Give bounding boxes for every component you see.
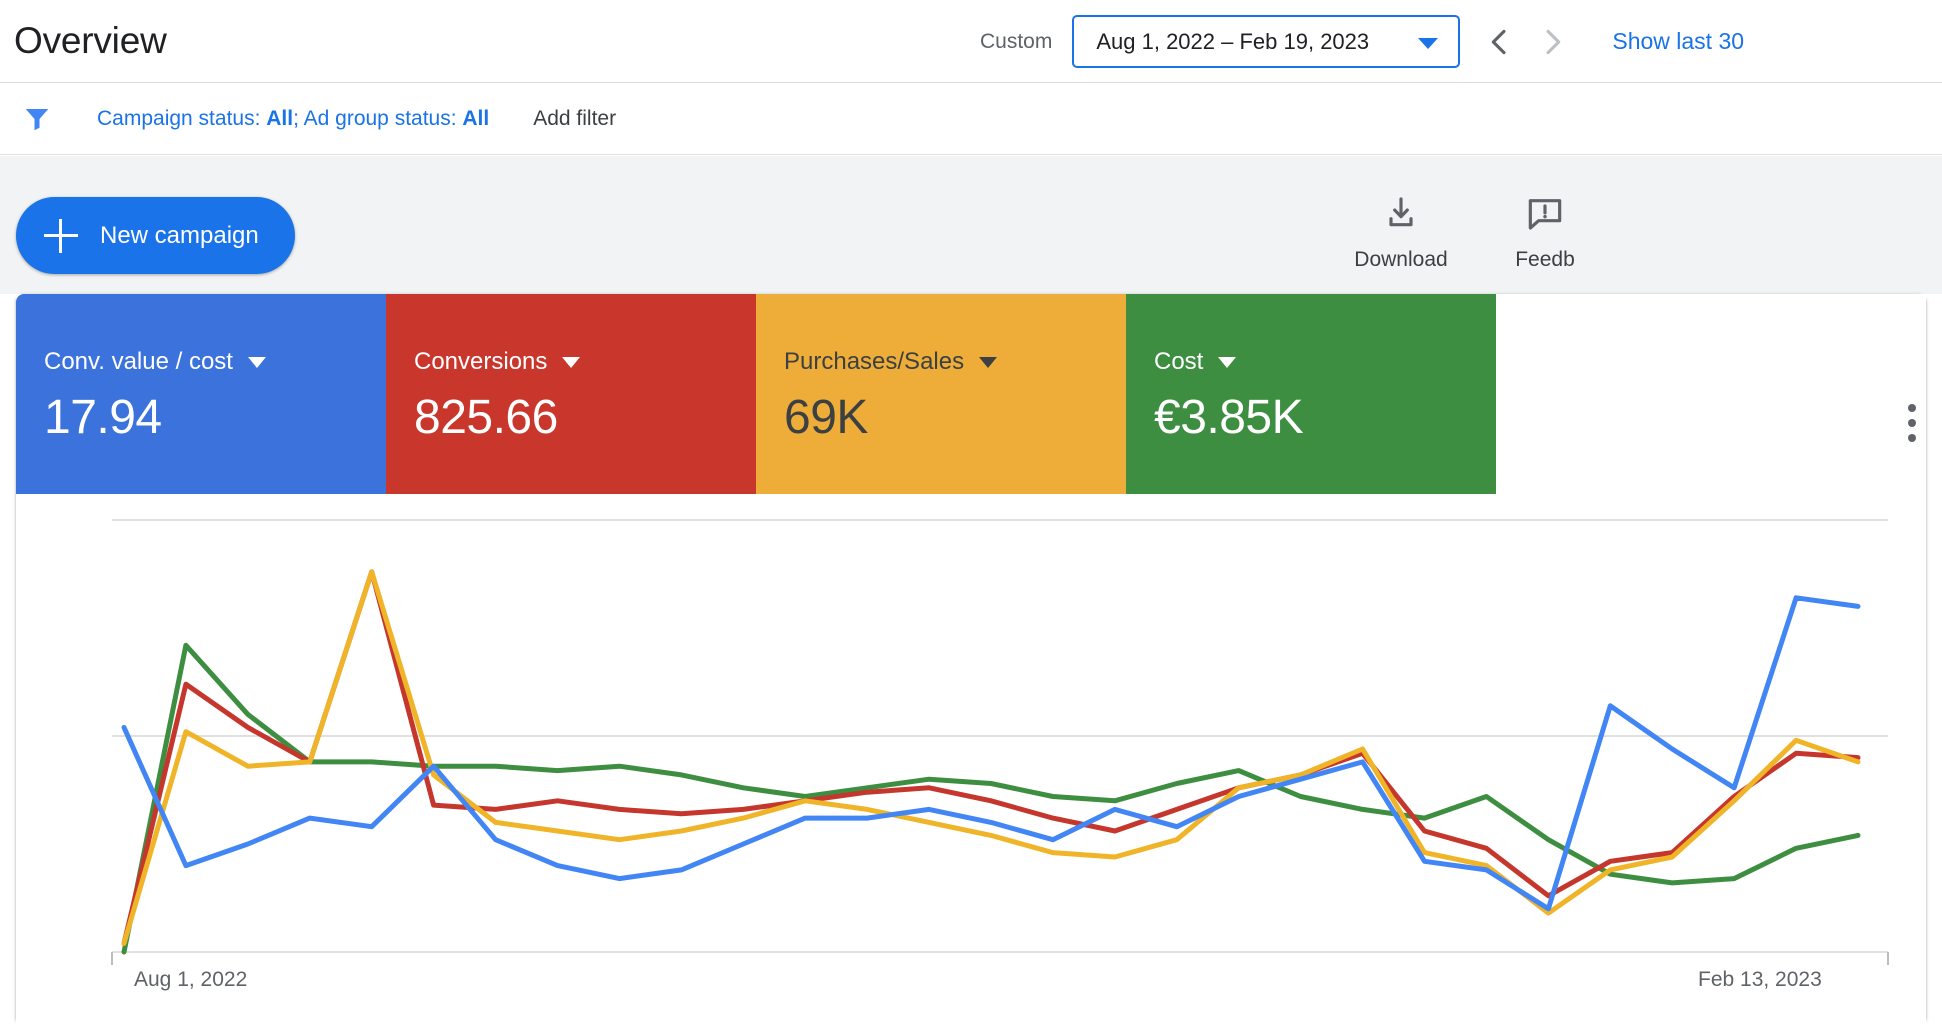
adgroup-status-value: All (462, 106, 490, 130)
show-last-30-link[interactable]: Show last 30 (1612, 28, 1744, 55)
performance-line-chart[interactable] (16, 494, 1926, 1024)
filter-separator: ; (293, 106, 304, 130)
filter-bar: Campaign status: All; Ad group status: A… (0, 83, 1942, 155)
chevron-down-icon (562, 356, 581, 368)
campaign-status-prefix: Campaign status: (97, 106, 267, 130)
metric-card-label[interactable]: Conv. value / cost (44, 348, 386, 376)
download-label: Download (1354, 248, 1448, 271)
date-range-controls: Custom Aug 1, 2022 – Feb 19, 2023 Show l… (980, 0, 1744, 83)
add-filter-button[interactable]: Add filter (533, 107, 616, 131)
metric-card-label[interactable]: Cost (1154, 348, 1496, 376)
chart-axis-start-label: Aug 1, 2022 (134, 968, 248, 991)
date-range-selector[interactable]: Aug 1, 2022 – Feb 19, 2023 (1072, 15, 1461, 68)
metric-card-label[interactable]: Purchases/Sales (784, 348, 1126, 376)
new-campaign-label: New campaign (100, 221, 259, 249)
metric-label-text: Conversions (414, 348, 548, 375)
chart-series-line (121, 595, 1861, 912)
metric-label-text: Conv. value / cost (44, 348, 233, 375)
adgroup-status-prefix: Ad group status: (303, 106, 463, 130)
metric-cards-row: Conv. value / cost 17.94 Conversions 825… (16, 294, 1497, 494)
metric-card-label[interactable]: Conversions (414, 348, 756, 376)
metric-card-value: 17.94 (44, 391, 162, 444)
chevron-down-icon (1418, 37, 1439, 49)
page-title: Overview (14, 20, 167, 61)
chevron-left-icon (1492, 29, 1506, 54)
kebab-menu-icon[interactable] (1892, 404, 1932, 442)
metric-card-cost[interactable]: Cost €3.85K (1126, 294, 1496, 494)
download-button[interactable]: Download (1326, 194, 1476, 272)
metric-label-text: Cost (1154, 348, 1204, 375)
date-preset-label: Custom (980, 29, 1053, 53)
new-campaign-button[interactable]: New campaign (16, 197, 295, 274)
metric-card-value: 825.66 (414, 391, 558, 444)
metric-card-purchases-sales[interactable]: Purchases/Sales 69K (756, 294, 1126, 494)
chart-axis-end-label: Feb 13, 2023 (1698, 968, 1822, 991)
metric-card-conversions[interactable]: Conversions 825.66 (386, 294, 756, 494)
filter-funnel-icon[interactable] (22, 104, 52, 134)
feedback-icon (1528, 199, 1562, 230)
performance-chart-panel (16, 494, 1926, 1024)
chart-series-line (121, 569, 1861, 946)
feedback-button[interactable]: Feedb (1470, 194, 1620, 272)
top-header-bar: Overview Custom Aug 1, 2022 – Feb 19, 20… (0, 0, 1942, 83)
chevron-down-icon (979, 356, 998, 368)
metric-card-value: €3.85K (1154, 391, 1304, 444)
chevron-down-icon (247, 356, 266, 368)
metric-card-value: 69K (784, 391, 868, 444)
download-icon (1389, 197, 1413, 227)
active-filter-chip[interactable]: Campaign status: All; Ad group status: A… (97, 107, 489, 131)
metric-label-text: Purchases/Sales (784, 348, 965, 375)
chevron-down-icon (1218, 356, 1237, 368)
chevron-right-icon (1546, 29, 1561, 54)
next-period-button[interactable] (1530, 19, 1576, 65)
campaign-status-value: All (266, 106, 294, 130)
feedback-label: Feedb (1515, 248, 1575, 271)
plus-icon (44, 218, 78, 253)
metric-cards-panel: Conv. value / cost 17.94 Conversions 825… (16, 294, 1926, 494)
date-range-value: Aug 1, 2022 – Feb 19, 2023 (1096, 28, 1370, 54)
metric-card-conv-value-cost[interactable]: Conv. value / cost 17.94 (16, 294, 386, 494)
previous-period-button[interactable] (1476, 19, 1522, 65)
action-toolbar: New campaign Download Feedb (0, 156, 1942, 294)
period-navigation (1476, 19, 1576, 65)
